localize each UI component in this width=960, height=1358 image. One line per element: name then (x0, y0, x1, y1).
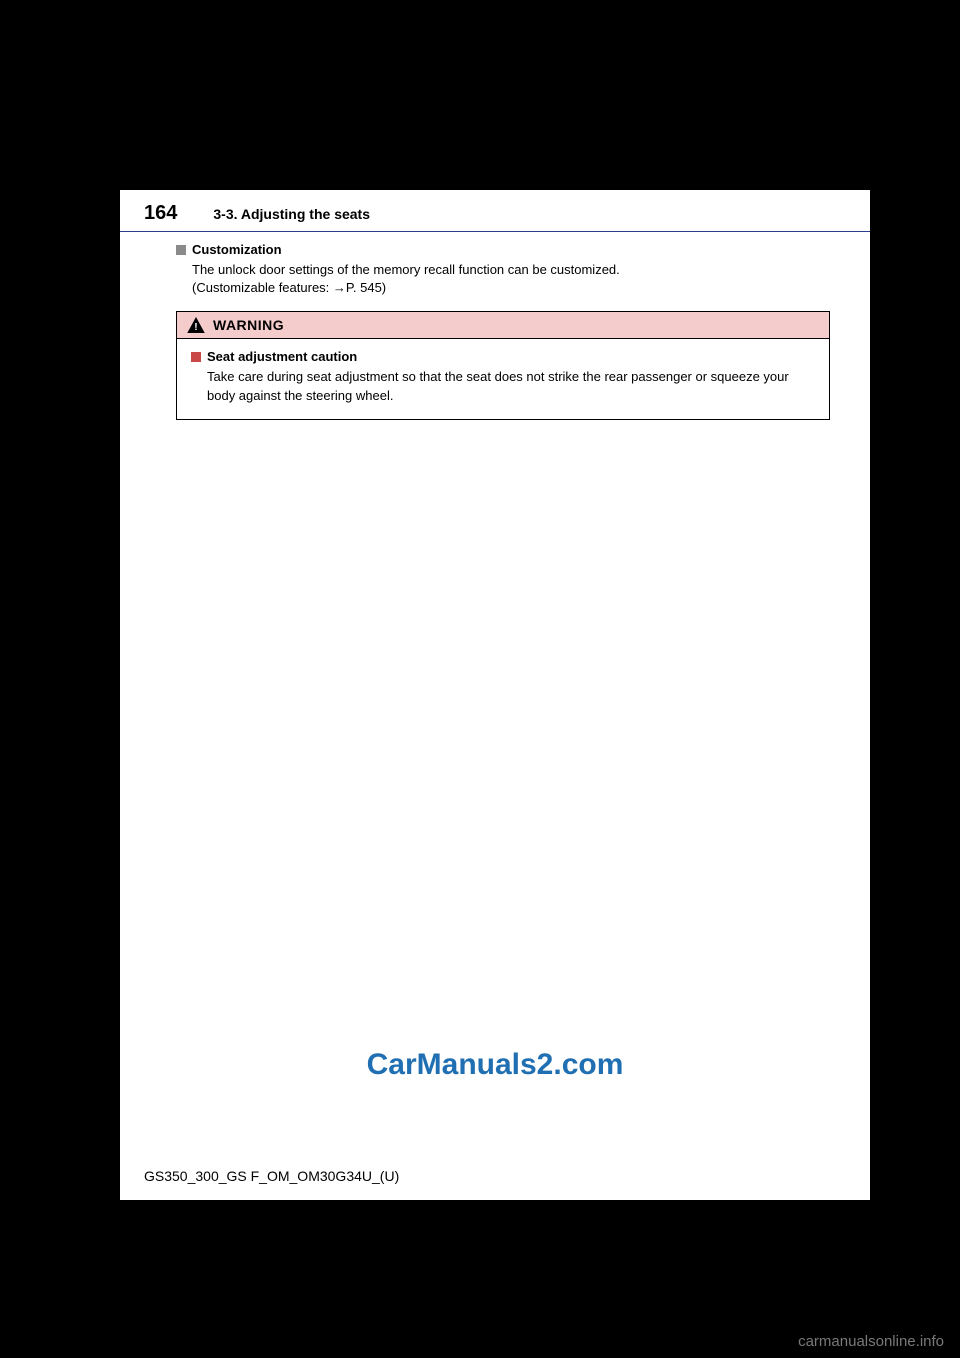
warning-sub-heading: Seat adjustment caution (207, 349, 357, 364)
warning-label: WARNING (213, 317, 284, 333)
red-square-bullet-icon (191, 352, 201, 362)
customization-heading: Customization (192, 242, 282, 257)
page-content: Customization The unlock door settings o… (120, 232, 870, 420)
footer-code: GS350_300_GS F_OM_OM30G34U_(U) (144, 1168, 399, 1184)
warning-header: ! WARNING (177, 312, 829, 339)
page-number: 164 (144, 202, 177, 225)
square-bullet-icon (176, 245, 186, 255)
watermark-bottom: carmanualsonline.info (798, 1333, 944, 1350)
warning-triangle-icon: ! (187, 317, 205, 333)
section-title: 3-3. Adjusting the seats (213, 206, 370, 222)
warning-box: ! WARNING Seat adjustment caution Take c… (176, 311, 830, 419)
customization-text-2: (Customizable features: →P. 545) (192, 279, 830, 297)
page-header: 164 3-3. Adjusting the seats (120, 190, 870, 231)
customization-heading-row: Customization (176, 242, 830, 257)
manual-page: 164 3-3. Adjusting the seats Customizati… (120, 190, 870, 1200)
watermark-main: CarManuals2.com (367, 1048, 624, 1082)
warning-body: Seat adjustment caution Take care during… (177, 339, 829, 418)
warning-sub-heading-row: Seat adjustment caution (191, 349, 815, 364)
svg-text:!: ! (194, 322, 197, 333)
customization-text-1: The unlock door settings of the memory r… (192, 261, 830, 279)
warning-body-text: Take care during seat adjustment so that… (207, 368, 815, 404)
